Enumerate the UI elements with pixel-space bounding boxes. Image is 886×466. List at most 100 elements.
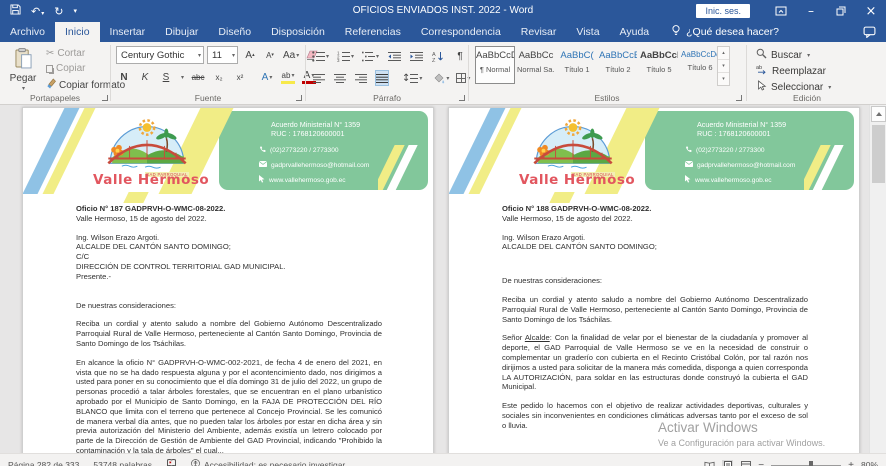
styles-scroll-up-icon[interactable]: ▴ xyxy=(718,47,729,59)
align-left-icon[interactable] xyxy=(312,70,326,86)
tab-revisar[interactable]: Revisar xyxy=(511,22,567,42)
increase-indent-icon[interactable] xyxy=(409,48,423,64)
tab-insertar[interactable]: Insertar xyxy=(100,22,156,42)
text-effects-button[interactable]: A▾ xyxy=(260,69,274,85)
italic-button[interactable]: K xyxy=(138,69,152,85)
find-button[interactable]: Buscar▾ xyxy=(756,48,810,62)
sign-in-button[interactable]: Inic. ses. xyxy=(696,4,750,18)
paragraph[interactable]: Este pedido lo hacemos con el objetivo d… xyxy=(502,401,808,430)
letter-body[interactable]: Oficio N° 187 GADPRVH-O-WMC-08-2022. Val… xyxy=(76,204,382,453)
zoom-level[interactable]: 80% xyxy=(861,460,878,466)
zoom-out-icon[interactable]: − xyxy=(758,460,764,466)
justify-icon[interactable] xyxy=(375,70,389,86)
scrollbar-thumb[interactable] xyxy=(872,125,885,183)
letter-date[interactable]: Valle Hermoso, 15 de agosto del 2022. xyxy=(502,214,808,224)
vertical-scrollbar[interactable] xyxy=(869,105,886,453)
style-titulo-5[interactable]: AaBbCcITítulo 5 xyxy=(639,46,679,84)
scroll-up-icon[interactable] xyxy=(871,106,886,122)
tab-diseno[interactable]: Diseño xyxy=(208,22,261,42)
letter-body[interactable]: Oficio N° 188 GADPRVH-O-WMC-08-2022. Val… xyxy=(502,204,808,453)
comments-icon[interactable] xyxy=(863,22,876,42)
tab-referencias[interactable]: Referencias xyxy=(335,22,411,42)
tab-ayuda[interactable]: Ayuda xyxy=(610,22,660,42)
addressee-line[interactable]: Presente.- xyxy=(76,272,382,282)
close-button[interactable]: × xyxy=(856,0,886,22)
underline-button[interactable]: S xyxy=(159,69,173,85)
ribbon-display-options-icon[interactable] xyxy=(766,0,796,22)
multilevel-list-icon[interactable]: ▾ xyxy=(362,48,379,64)
style-normal[interactable]: AaBbCcD¶ Normal xyxy=(475,46,515,84)
line-spacing-icon[interactable]: ↕▾ xyxy=(402,70,422,86)
letter-date[interactable]: Valle Hermoso, 15 de agosto del 2022. xyxy=(76,214,382,224)
copy-button[interactable]: Copiar xyxy=(46,63,85,74)
addressee-line[interactable]: C/C xyxy=(76,252,382,262)
style-titulo-2[interactable]: AaBbCcETítulo 2 xyxy=(598,46,638,84)
grow-font-button[interactable]: A▴ xyxy=(243,47,257,63)
superscript-button[interactable]: x² xyxy=(233,69,247,85)
replace-button[interactable]: ab Reemplazar xyxy=(756,64,826,78)
salutation[interactable]: De nuestras consideraciones: xyxy=(76,301,382,311)
paragraph[interactable]: Reciba un cordial y atento saludo a nomb… xyxy=(502,295,808,324)
align-right-icon[interactable] xyxy=(354,70,368,86)
word-count[interactable]: 53748 palabras xyxy=(93,460,152,466)
cut-button[interactable]: ✂Cortar xyxy=(46,48,85,59)
paste-button[interactable]: Pegar ▾ xyxy=(4,45,42,99)
align-center-icon[interactable] xyxy=(333,70,347,86)
sort-icon[interactable]: AZ xyxy=(431,48,445,64)
zoom-slider-thumb[interactable] xyxy=(809,461,813,466)
page-1[interactable]: Acuerdo Ministerial N° 1359 RUC : 176812… xyxy=(22,107,434,453)
bold-button[interactable]: N xyxy=(117,69,131,85)
styles-scroll-down-icon[interactable]: ▾ xyxy=(718,59,729,72)
page-indicator[interactable]: Página 282 de 333 xyxy=(8,460,79,466)
underlined-word[interactable]: Alcalde xyxy=(525,333,550,342)
font-family-combo[interactable]: Century Gothic▾ xyxy=(116,46,204,64)
oficio-number[interactable]: Oficio N° 188 GADPRVH-O-WMC-08-2022. xyxy=(502,204,808,214)
tab-vista[interactable]: Vista xyxy=(566,22,609,42)
paragraph[interactable]: Reciba un cordial y atento saludo a nomb… xyxy=(76,319,382,348)
paragraph[interactable]: En alcance la oficio N° GADPRVH-O-WMC-00… xyxy=(76,358,382,453)
style-normal-sa[interactable]: AaBbCcNormal Sa... xyxy=(516,46,556,84)
tab-inicio[interactable]: Inicio xyxy=(55,22,100,42)
dialog-launcher-icon[interactable] xyxy=(736,95,742,101)
accessibility-status[interactable]: Accesibilidad: es necesario investigar xyxy=(191,459,345,466)
addressee-line[interactable]: DIRECCIÓN DE CONTROL TERRITORIAL GAD MUN… xyxy=(76,262,382,272)
page-2[interactable]: Acuerdo Ministerial N° 1359 RUC : 176812… xyxy=(448,107,860,453)
tell-me-box[interactable]: ¿Qué desea hacer? xyxy=(671,22,779,42)
salutation[interactable]: De nuestras consideraciones: xyxy=(502,276,808,286)
strikethrough-button[interactable]: abc xyxy=(191,69,205,85)
decrease-indent-icon[interactable] xyxy=(387,48,401,64)
shrink-font-button[interactable]: A▾ xyxy=(263,47,277,63)
styles-more-icon[interactable]: ▾ xyxy=(718,72,729,85)
style-titulo-1[interactable]: AaBbC(Título 1 xyxy=(557,46,597,84)
bullets-icon[interactable]: ▾ xyxy=(312,48,329,64)
proofing-icon[interactable] xyxy=(166,459,177,466)
font-size-combo[interactable]: 11▾ xyxy=(207,46,238,64)
tab-correspondencia[interactable]: Correspondencia xyxy=(411,22,511,42)
addressee-line[interactable]: ALCALDE DEL CANTÓN SANTO DOMINGO; xyxy=(502,242,808,252)
oficio-number[interactable]: Oficio N° 187 GADPRVH-O-WMC-08-2022. xyxy=(76,204,382,214)
subscript-button[interactable]: x₂ xyxy=(212,69,226,85)
print-layout-icon[interactable] xyxy=(722,460,733,466)
change-case-button[interactable]: Aa▾ xyxy=(283,47,299,63)
tab-archivo[interactable]: Archivo xyxy=(0,22,55,42)
numbering-icon[interactable]: 123▾ xyxy=(337,48,354,64)
addressee-line[interactable]: Ing. Wilson Erazo Argoti. xyxy=(76,233,382,243)
addressee-line[interactable]: ALCALDE DEL CANTÓN SANTO DOMINGO; xyxy=(76,242,382,252)
highlight-button[interactable]: ab▾ xyxy=(281,71,295,84)
web-layout-icon[interactable] xyxy=(740,460,751,466)
addressee-line[interactable]: Ing. Wilson Erazo Argoti. xyxy=(502,233,808,243)
read-mode-icon[interactable] xyxy=(704,460,715,466)
select-button[interactable]: Seleccionar▾ xyxy=(756,80,831,94)
paragraph[interactable]: Señor Alcalde: Con la finalidad de velar… xyxy=(502,333,808,392)
shading-icon[interactable]: ▾ xyxy=(433,70,449,86)
dialog-launcher-icon[interactable] xyxy=(459,95,465,101)
dialog-launcher-icon[interactable] xyxy=(102,95,108,101)
minimize-button[interactable]: – xyxy=(796,0,826,22)
restore-button[interactable] xyxy=(826,0,856,22)
dialog-launcher-icon[interactable] xyxy=(296,95,302,101)
pilcrow-icon[interactable]: ¶ xyxy=(453,48,467,64)
tab-disposicion[interactable]: Disposición xyxy=(261,22,335,42)
tab-dibujar[interactable]: Dibujar xyxy=(155,22,208,42)
zoom-in-icon[interactable]: + xyxy=(848,460,854,466)
zoom-slider[interactable] xyxy=(771,465,841,466)
